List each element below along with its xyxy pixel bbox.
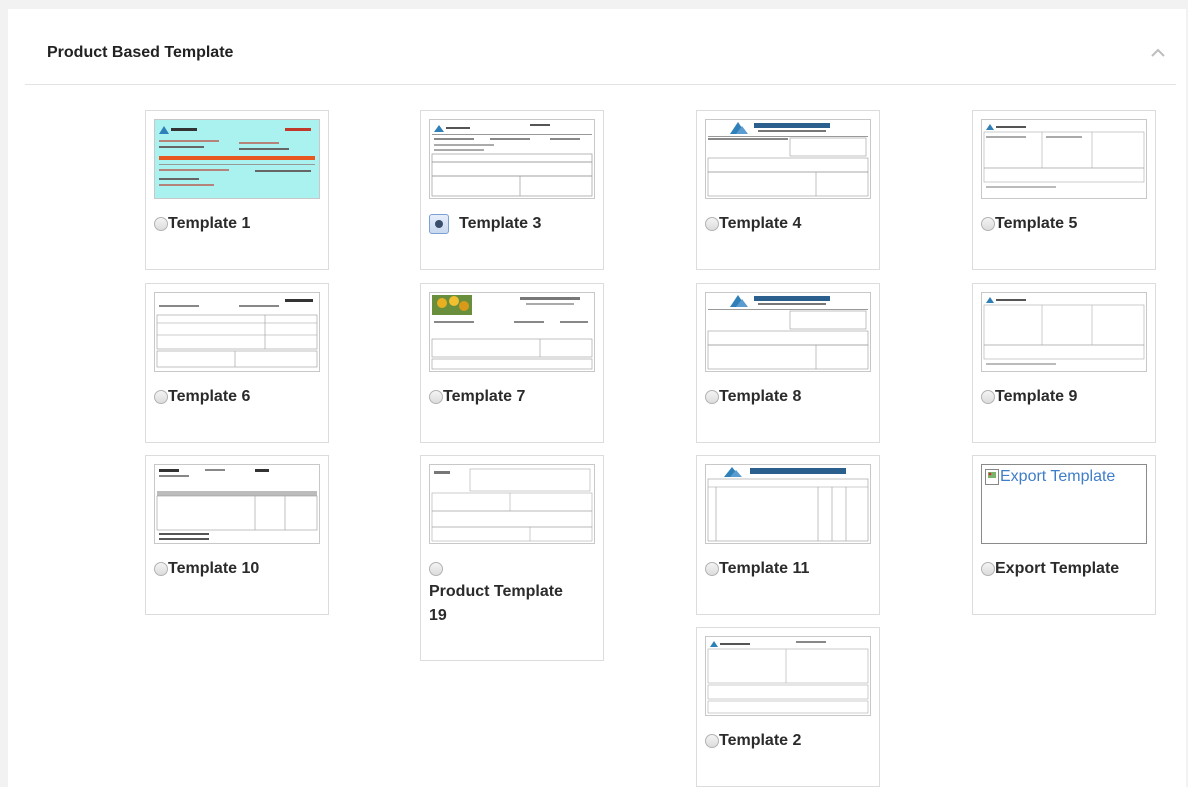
template-7-thumbnail[interactable] bbox=[429, 292, 595, 372]
template-8-label: Template 8 bbox=[719, 388, 802, 405]
template-card-7[interactable]: Template 7 bbox=[420, 283, 604, 443]
template-8-thumbnail[interactable] bbox=[705, 292, 871, 372]
template-3-label: Template 3 bbox=[459, 215, 542, 232]
template-3-thumbnail[interactable] bbox=[429, 119, 595, 199]
panel-title: Product Based Template bbox=[47, 44, 234, 61]
template-card-export[interactable]: Export Template Export Template bbox=[972, 455, 1156, 615]
template-10-radio[interactable] bbox=[154, 562, 168, 576]
export-template-image[interactable]: Export Template bbox=[981, 464, 1147, 544]
template-4-label: Template 4 bbox=[719, 215, 802, 232]
template-10-label: Template 10 bbox=[168, 560, 260, 577]
chevron-up-icon[interactable] bbox=[1148, 43, 1168, 63]
template-card-2[interactable]: Template 2 bbox=[696, 627, 880, 787]
template-card-10[interactable]: Template 10 bbox=[145, 455, 329, 615]
template-9-thumbnail[interactable] bbox=[981, 292, 1147, 372]
template-7-label: Template 7 bbox=[443, 388, 526, 405]
product-template-19-thumbnail[interactable] bbox=[429, 464, 595, 544]
template-card-3[interactable]: Template 3 bbox=[420, 110, 604, 270]
template-1-label: Template 1 bbox=[168, 215, 251, 232]
template-5-label: Template 5 bbox=[995, 215, 1078, 232]
template-9-radio[interactable] bbox=[981, 390, 995, 404]
template-3-radio-selected[interactable] bbox=[429, 214, 449, 234]
template-4-thumbnail[interactable] bbox=[705, 119, 871, 199]
product-template-panel: Product Based Template Template 1 Templa… bbox=[8, 9, 1186, 787]
template-11-label: Template 11 bbox=[719, 560, 810, 577]
export-template-label: Export Template bbox=[995, 560, 1120, 577]
broken-image-icon bbox=[985, 469, 999, 485]
template-6-label: Template 6 bbox=[168, 388, 251, 405]
export-template-radio[interactable] bbox=[981, 562, 995, 576]
template-2-label: Template 2 bbox=[719, 732, 802, 749]
template-7-radio[interactable] bbox=[429, 390, 443, 404]
template-card-5[interactable]: Template 5 bbox=[972, 110, 1156, 270]
template-2-thumbnail[interactable] bbox=[705, 636, 871, 716]
template-card-product-19[interactable]: Product Template 19 bbox=[420, 455, 604, 661]
template-11-thumbnail[interactable] bbox=[705, 464, 871, 544]
template-4-radio[interactable] bbox=[705, 217, 719, 231]
template-6-thumbnail[interactable] bbox=[154, 292, 320, 372]
template-9-label: Template 9 bbox=[995, 388, 1078, 405]
product-template-19-radio[interactable] bbox=[429, 562, 443, 576]
template-card-11[interactable]: Template 11 bbox=[696, 455, 880, 615]
template-1-radio[interactable] bbox=[154, 217, 168, 231]
template-11-radio[interactable] bbox=[705, 562, 719, 576]
template-card-6[interactable]: Template 6 bbox=[145, 283, 329, 443]
template-card-1[interactable]: Template 1 bbox=[145, 110, 329, 270]
template-10-thumbnail[interactable] bbox=[154, 464, 320, 544]
panel-header[interactable]: Product Based Template bbox=[25, 17, 1176, 85]
template-card-4[interactable]: Template 4 bbox=[696, 110, 880, 270]
template-5-thumbnail[interactable] bbox=[981, 119, 1147, 199]
template-1-thumbnail[interactable] bbox=[154, 119, 320, 199]
template-card-9[interactable]: Template 9 bbox=[972, 283, 1156, 443]
template-card-8[interactable]: Template 8 bbox=[696, 283, 880, 443]
export-template-image-alt: Export Template bbox=[1000, 468, 1116, 485]
product-template-19-label: Product Template 19 bbox=[429, 583, 563, 624]
template-2-radio[interactable] bbox=[705, 734, 719, 748]
template-6-radio[interactable] bbox=[154, 390, 168, 404]
template-5-radio[interactable] bbox=[981, 217, 995, 231]
template-8-radio[interactable] bbox=[705, 390, 719, 404]
